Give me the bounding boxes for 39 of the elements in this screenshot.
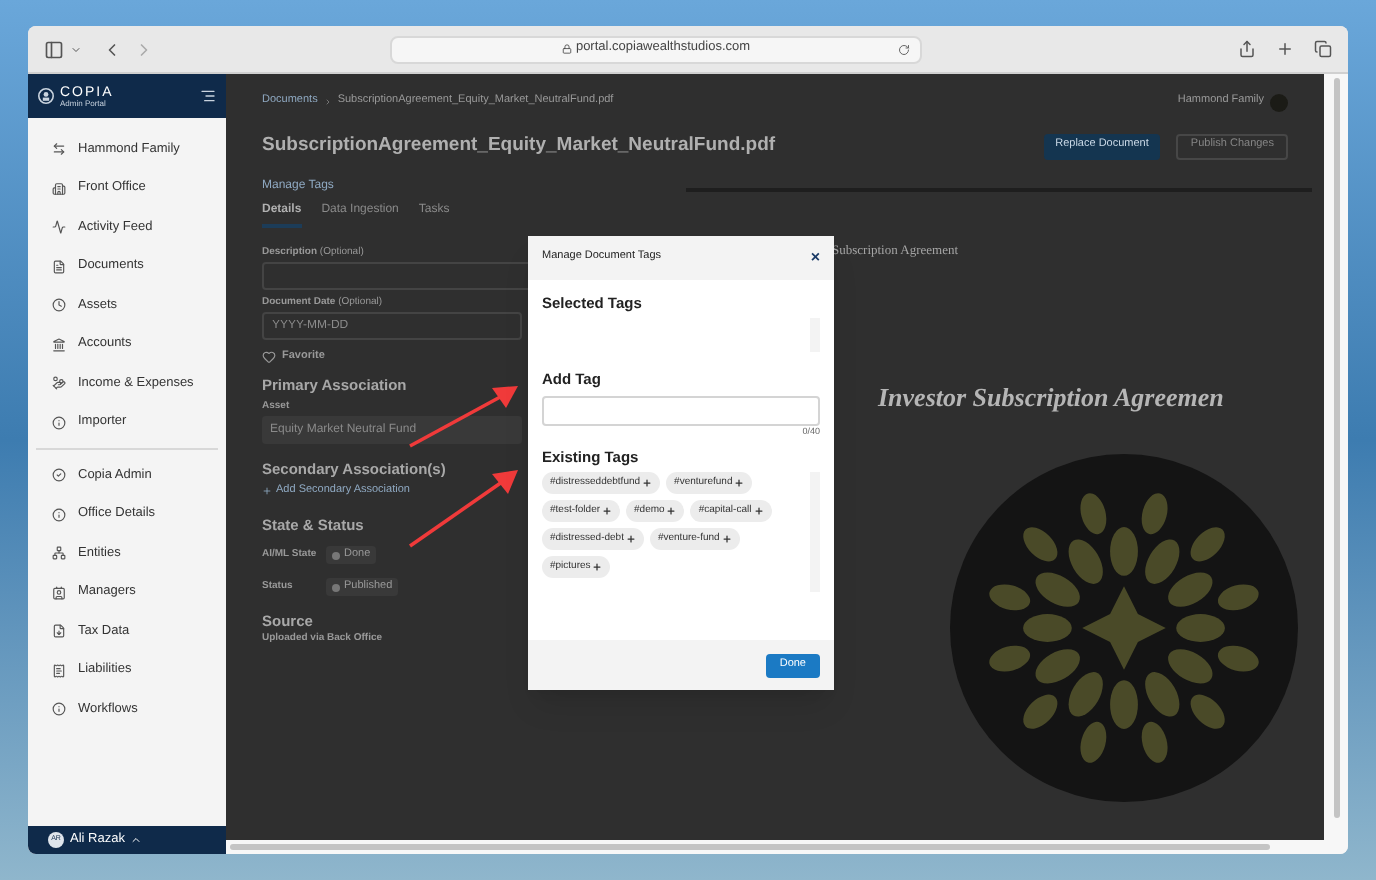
reload-icon[interactable] <box>898 43 910 55</box>
hierarchy-icon <box>52 546 66 561</box>
plus-icon <box>602 506 613 516</box>
document-title: SubscriptionAgreement_Equity_Market_NeutralFund.pdf <box>262 136 776 156</box>
account-avatar <box>1270 93 1288 111</box>
check-circle-icon <box>52 468 66 483</box>
building-icon <box>52 181 66 196</box>
lock-icon <box>561 44 572 54</box>
heart-icon[interactable] <box>262 350 276 364</box>
contact-icon <box>52 585 66 600</box>
document-icon <box>52 259 66 274</box>
receipt-icon <box>52 663 66 678</box>
new-tab-icon[interactable] <box>1276 40 1294 58</box>
plus-icon <box>625 534 636 544</box>
caret-icon <box>130 834 143 846</box>
file-icon <box>52 624 66 639</box>
tabs-icon[interactable] <box>1314 40 1332 58</box>
close-button[interactable]: × <box>810 250 820 266</box>
pulse-icon <box>52 220 66 235</box>
info-icon <box>52 507 66 522</box>
clock-icon <box>52 298 66 313</box>
plus-icon <box>666 506 677 516</box>
tag-input-field[interactable] <box>542 396 820 426</box>
info-icon <box>52 702 66 717</box>
menu-icon[interactable] <box>200 88 216 104</box>
plus-icon <box>753 506 764 516</box>
plus-icon <box>721 534 732 544</box>
bank-icon <box>52 337 66 352</box>
share-icon[interactable] <box>1238 40 1256 58</box>
info-icon <box>52 415 66 430</box>
coins-icon <box>52 376 66 391</box>
plus-icon <box>642 478 653 488</box>
arrows-icon <box>52 142 66 157</box>
preview-heading: Investor Subscription Agreemen <box>878 383 1224 409</box>
plus-icon <box>734 478 745 488</box>
plus-icon <box>262 486 272 497</box>
sidebar-toggle-icon[interactable] <box>44 39 64 59</box>
logo-icon <box>38 88 54 104</box>
plus-icon <box>592 562 603 572</box>
